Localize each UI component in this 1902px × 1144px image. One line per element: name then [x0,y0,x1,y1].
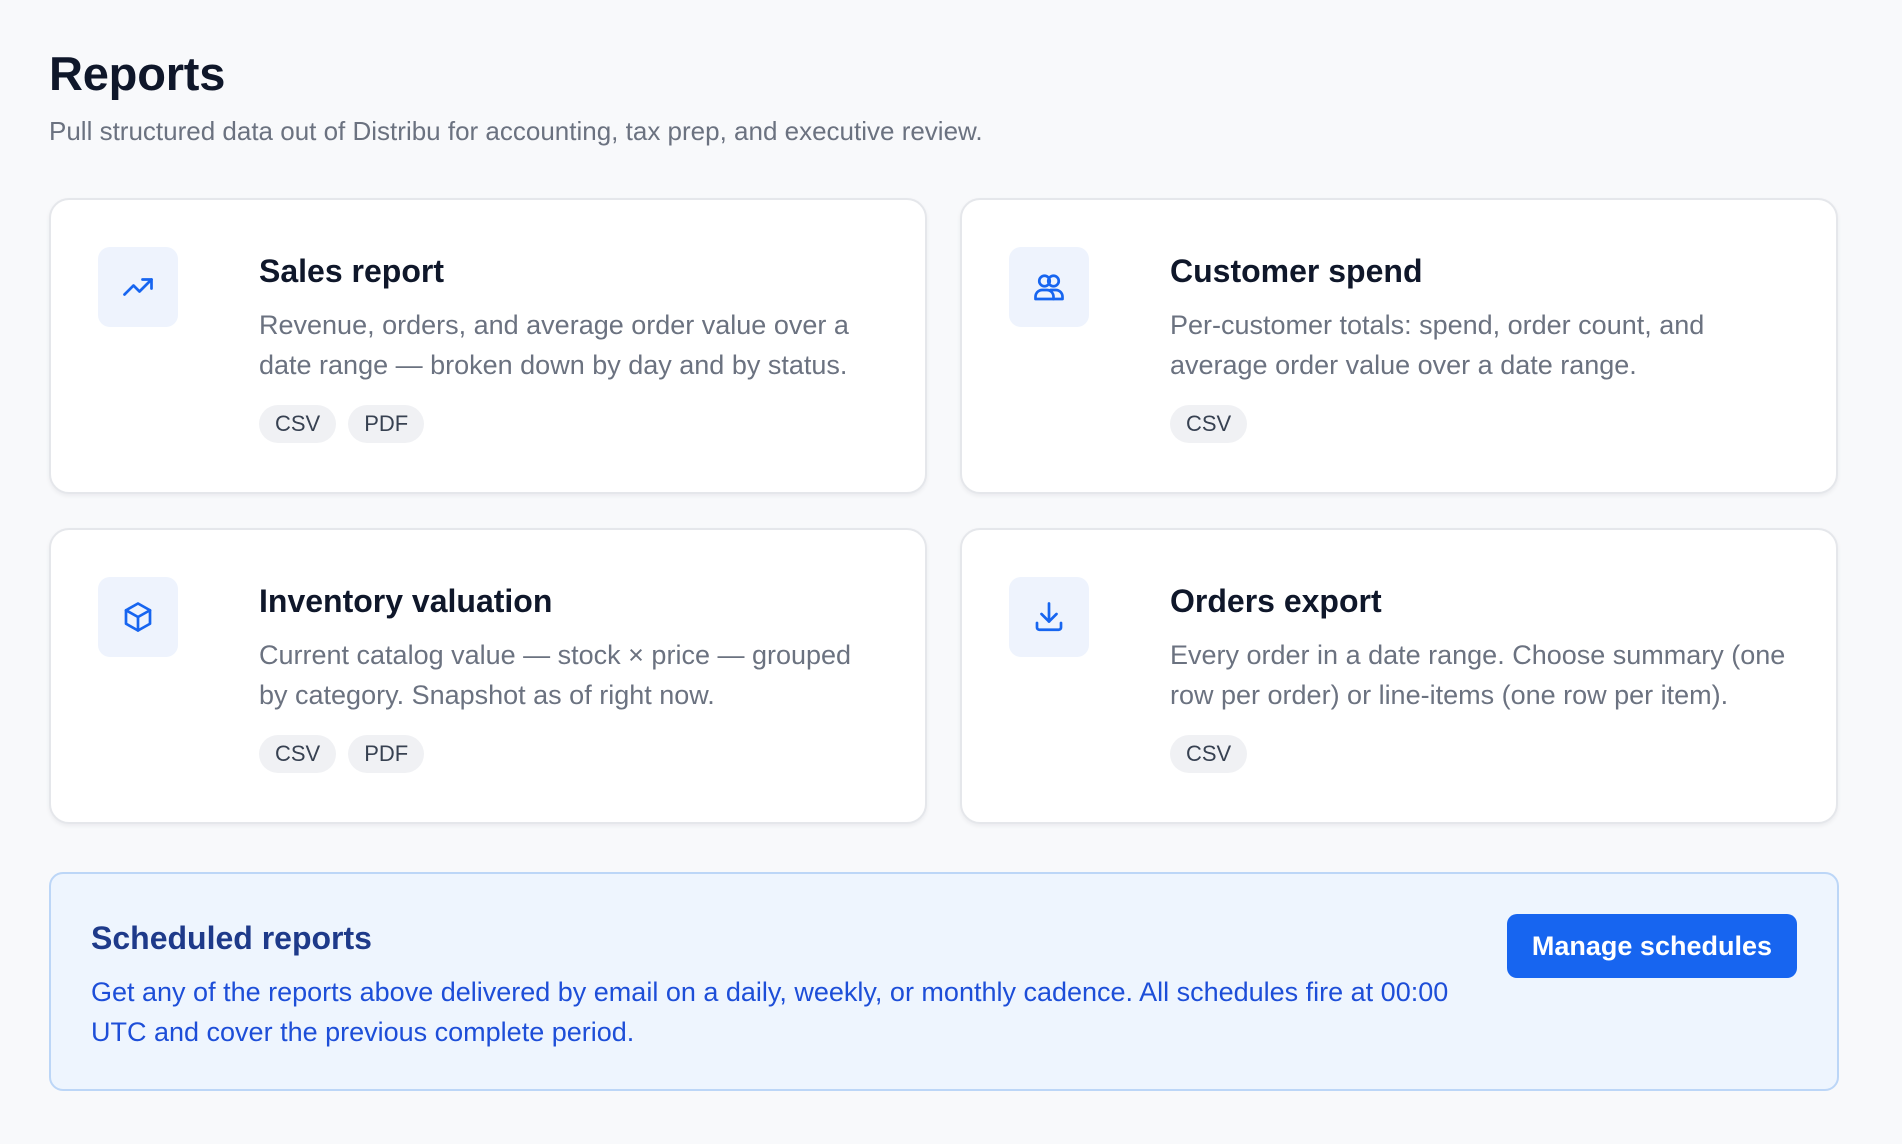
card-body: Sales report Revenue, orders, and averag… [259,247,885,492]
card-title: Customer spend [1170,253,1423,289]
card-description: Current catalog value — stock × price — … [259,640,852,710]
report-card-sales[interactable]: Sales report Revenue, orders, and averag… [49,198,927,494]
report-card-orders-export[interactable]: Orders export Every order in a date rang… [960,528,1838,824]
report-card-customer-spend[interactable]: Customer spend Per-customer totals: spen… [960,198,1838,494]
format-tag-csv: CSV [1170,735,1248,773]
format-tags: CSV [1170,735,1796,773]
format-tag-csv: CSV [1170,405,1248,443]
card-title: Sales report [259,253,444,289]
scheduled-reports-banner: Scheduled reports Get any of the reports… [49,872,1839,1091]
card-body: Customer spend Per-customer totals: spen… [1170,247,1796,492]
card-title: Orders export [1170,583,1382,619]
format-tag-csv: CSV [259,405,337,443]
scheduled-reports-description: Get any of the reports above delivered b… [91,977,1449,1047]
trending-up-icon [98,247,178,327]
format-tag-csv: CSV [259,735,337,773]
reports-page: Reports Pull structured data out of Dist… [0,0,1902,1144]
format-tags: CSV [1170,405,1796,443]
page-subtitle: Pull structured data out of Distribu for… [49,116,983,146]
card-body: Orders export Every order in a date rang… [1170,577,1796,822]
format-tags: CSV PDF [259,405,885,443]
card-description: Per-customer totals: spend, order count,… [1170,310,1705,380]
card-title: Inventory valuation [259,583,553,619]
users-icon [1009,247,1089,327]
download-icon [1009,577,1089,657]
card-body: Inventory valuation Current catalog valu… [259,577,885,822]
report-cards-grid: Sales report Revenue, orders, and averag… [49,198,1853,824]
report-card-inventory-valuation[interactable]: Inventory valuation Current catalog valu… [49,528,927,824]
box-icon [98,577,178,657]
format-tag-pdf: PDF [348,735,425,773]
format-tag-pdf: PDF [348,405,425,443]
manage-schedules-button[interactable]: Manage schedules [1506,914,1797,978]
card-description: Revenue, orders, and average order value… [259,310,849,380]
format-tags: CSV PDF [259,735,885,773]
page-title: Reports [49,47,226,100]
card-description: Every order in a date range. Choose summ… [1170,640,1786,710]
